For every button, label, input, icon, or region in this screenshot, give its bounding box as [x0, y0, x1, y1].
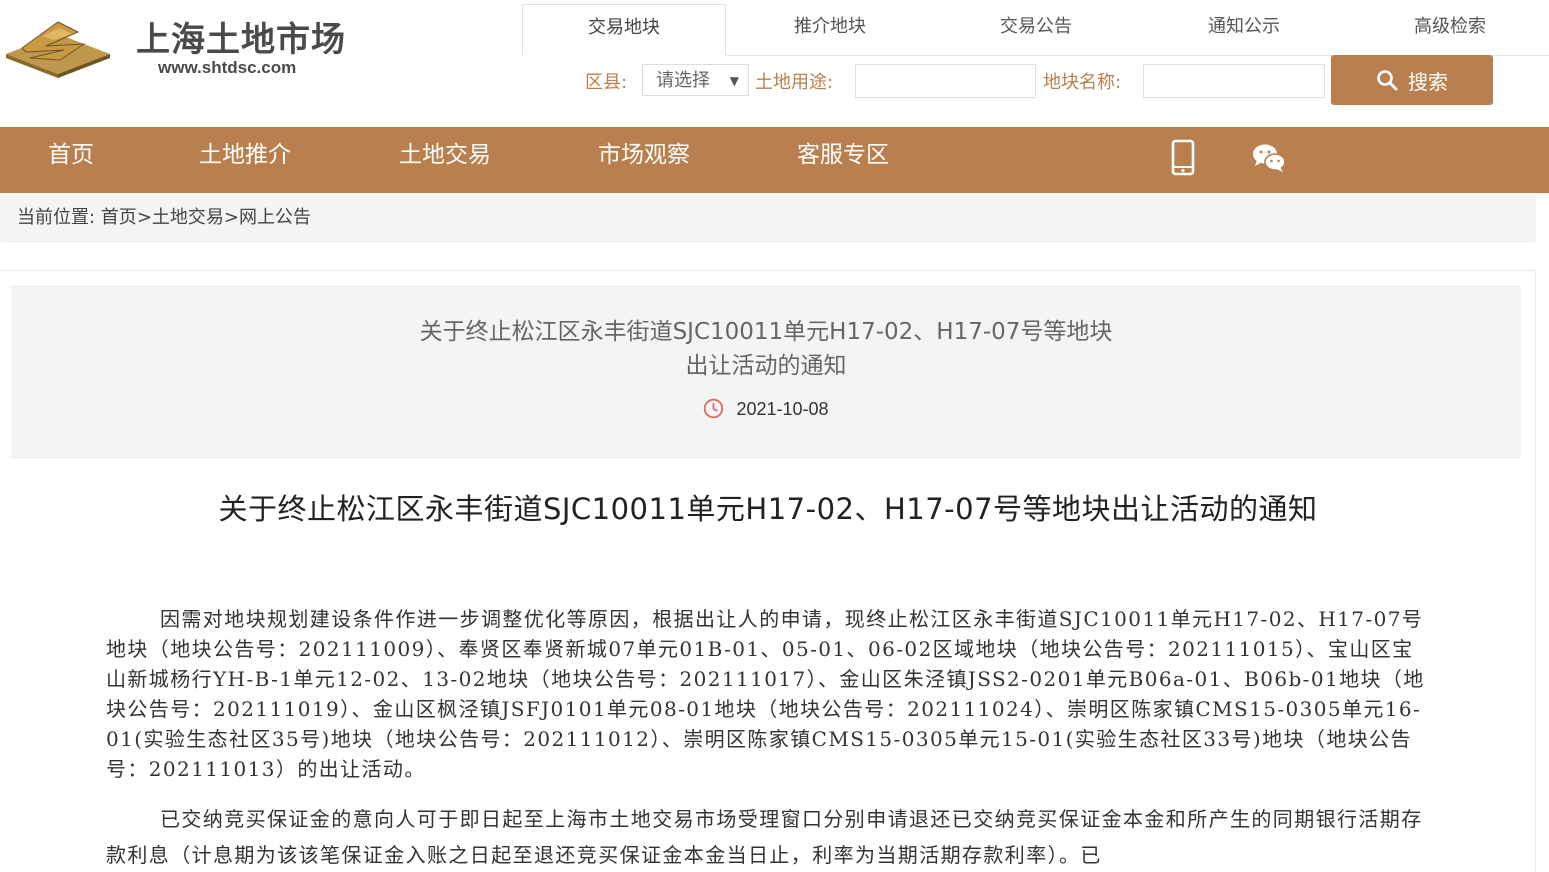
tab-trading-parcels[interactable]: 交易地块	[522, 4, 726, 56]
nav-item-market-watch[interactable]: 市场观察	[598, 127, 690, 193]
district-select-value: 请选择	[656, 70, 710, 91]
breadcrumb-current[interactable]: 网上公告	[239, 207, 311, 228]
nav-item-land-trading[interactable]: 土地交易	[399, 127, 491, 193]
tab-notices[interactable]: 通知公示	[1142, 4, 1346, 54]
article-header-title-line2: 出让活动的通知	[685, 353, 847, 379]
article-title: 关于终止松江区永丰街道SJC10011单元H17-02、H17-07号等地块出让…	[218, 492, 1318, 526]
nav-item-land-promotion[interactable]: 土地推介	[199, 127, 291, 193]
search-icon	[1377, 70, 1398, 91]
article-header-title: 关于终止松江区永丰街道SJC10011单元H17-02、H17-07号等地块 出…	[11, 315, 1521, 383]
breadcrumb-land-trading-link[interactable]: 土地交易	[152, 207, 224, 228]
logo-emblem-icon	[6, 21, 110, 78]
breadcrumb-home-link[interactable]: 首页	[101, 207, 137, 228]
article-header: 关于终止松江区永丰街道SJC10011单元H17-02、H17-07号等地块 出…	[11, 285, 1521, 459]
breadcrumb-label: 当前位置:	[17, 207, 96, 228]
site-url: www.shtdsc.com	[158, 58, 297, 77]
land-use-label: 土地用途:	[755, 72, 834, 93]
breadcrumb: 当前位置: 首页>土地交易>网上公告	[0, 195, 1536, 243]
parcel-name-input[interactable]	[1143, 64, 1325, 98]
site-logo[interactable]: 上海土地市场 www.shtdsc.com	[0, 0, 360, 120]
breadcrumb-separator: >	[136, 207, 152, 228]
search-button[interactable]: 搜索	[1331, 55, 1493, 105]
search-tabs: 交易地块 推介地块 交易公告 通知公示 高级检索	[522, 4, 1549, 56]
district-label: 区县:	[585, 72, 628, 93]
nav-item-customer-service[interactable]: 客服专区	[797, 127, 889, 193]
nav-item-home[interactable]: 首页	[48, 127, 94, 193]
breadcrumb-separator: >	[223, 207, 239, 228]
search-button-label: 搜索	[1408, 69, 1448, 94]
land-use-input[interactable]	[855, 64, 1036, 98]
district-select[interactable]: 请选择 ▼	[642, 64, 749, 96]
tab-advanced-search[interactable]: 高级检索	[1348, 4, 1549, 54]
article-paragraph: 已交纳竞买保证金的意向人可于即日起至上海市土地交易市场受理窗口分别申请退还已交纳…	[106, 807, 1423, 867]
chevron-down-icon: ▼	[729, 74, 739, 88]
main-nav: 首页 土地推介 土地交易 市场观察 客服专区	[0, 127, 1549, 193]
tab-trading-announcements[interactable]: 交易公告	[934, 4, 1138, 54]
parcel-name-label: 地块名称:	[1043, 72, 1122, 93]
article-paragraph: 因需对地块规划建设条件作进一步调整优化等原因，根据出让人的申请，现终止松江区永丰…	[106, 607, 1425, 781]
clock-icon	[704, 398, 724, 419]
article-body: 因需对地块规划建设条件作进一步调整优化等原因，根据出让人的申请，现终止松江区永丰…	[106, 604, 1426, 872]
tab-promoted-parcels[interactable]: 推介地块	[728, 4, 932, 54]
site-title: 上海土地市场	[136, 20, 346, 60]
wechat-icon[interactable]	[1252, 143, 1286, 173]
search-form: 区县: 请选择 ▼ 土地用途: 地块名称: 搜索	[580, 55, 1510, 108]
article-header-title-line1: 关于终止松江区永丰街道SJC10011单元H17-02、H17-07号等地块	[419, 319, 1113, 345]
mobile-phone-icon[interactable]	[1170, 139, 1196, 177]
article-date: 2021-10-08	[11, 398, 1521, 420]
article-date-value: 2021-10-08	[736, 399, 829, 419]
